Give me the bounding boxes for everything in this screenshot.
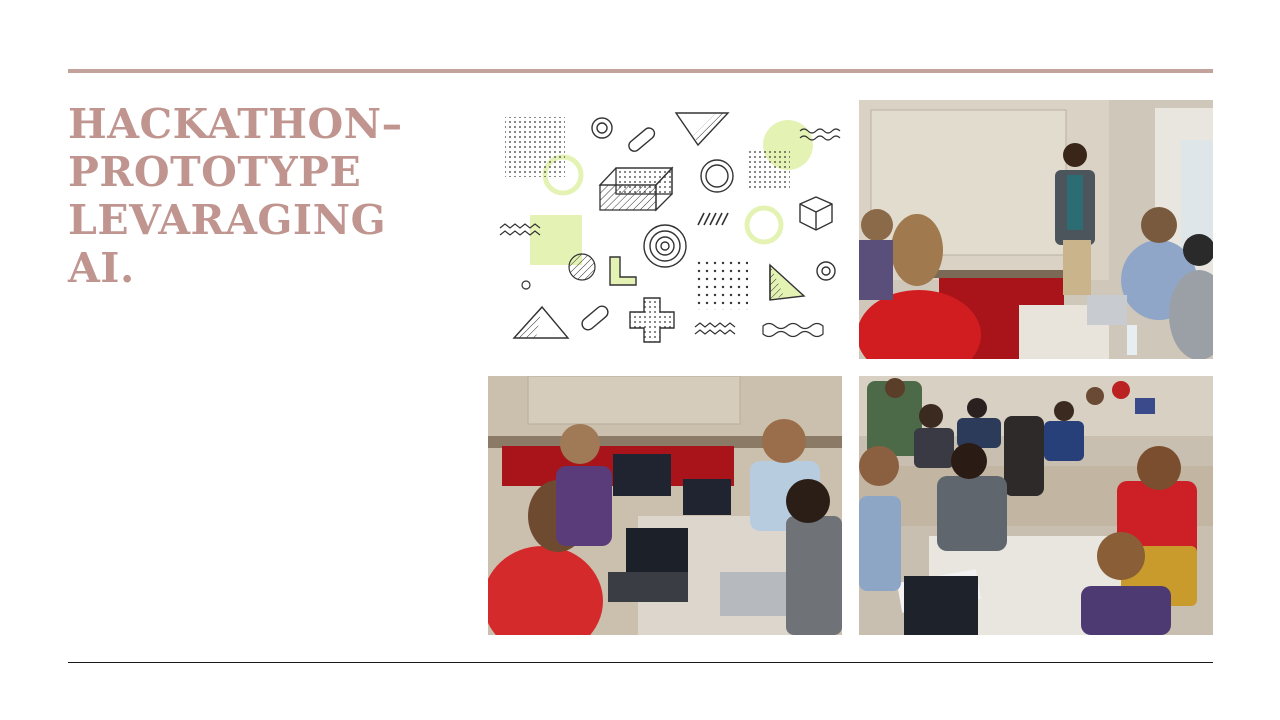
cross-shape	[629, 297, 675, 343]
title-line-2: PROTOTYPE	[68, 148, 362, 196]
ring-shape-2	[816, 261, 836, 281]
dot-grid-shape	[505, 117, 565, 177]
bottom-divider	[68, 662, 1213, 663]
box-3d-shape	[598, 166, 674, 212]
top-divider	[68, 69, 1213, 73]
dot-grid-shape-3	[696, 258, 748, 310]
green-ring-shape-2	[744, 205, 784, 245]
stripes-shape	[697, 212, 729, 226]
students-with-laptops-photo	[488, 376, 842, 635]
pill-shape	[628, 127, 656, 152]
hatched-circle-shape	[568, 253, 596, 281]
dot-grid-shape-2	[746, 150, 790, 190]
pyramid-shape	[769, 263, 806, 301]
cube-shape	[799, 196, 833, 231]
slide-title: HACKATHON– PROTOTYPE LEVARAGING AI.	[68, 100, 448, 292]
ring-shape	[591, 117, 613, 139]
geometric-shapes-svg	[499, 112, 841, 343]
wavy-band-shape	[762, 322, 824, 338]
title-line-1: HACKATHON–	[68, 100, 403, 148]
title-line-3: LEVARAGING	[68, 196, 387, 244]
zigzag-shape-2	[694, 322, 736, 335]
pill-shape-2	[581, 305, 609, 331]
l-block-shape	[609, 256, 637, 286]
presenter-speaking-photo	[859, 100, 1213, 359]
room-of-teams-photo	[859, 376, 1213, 635]
title-line-4: AI.	[68, 244, 135, 292]
geometric-shapes-illustration	[488, 100, 842, 359]
